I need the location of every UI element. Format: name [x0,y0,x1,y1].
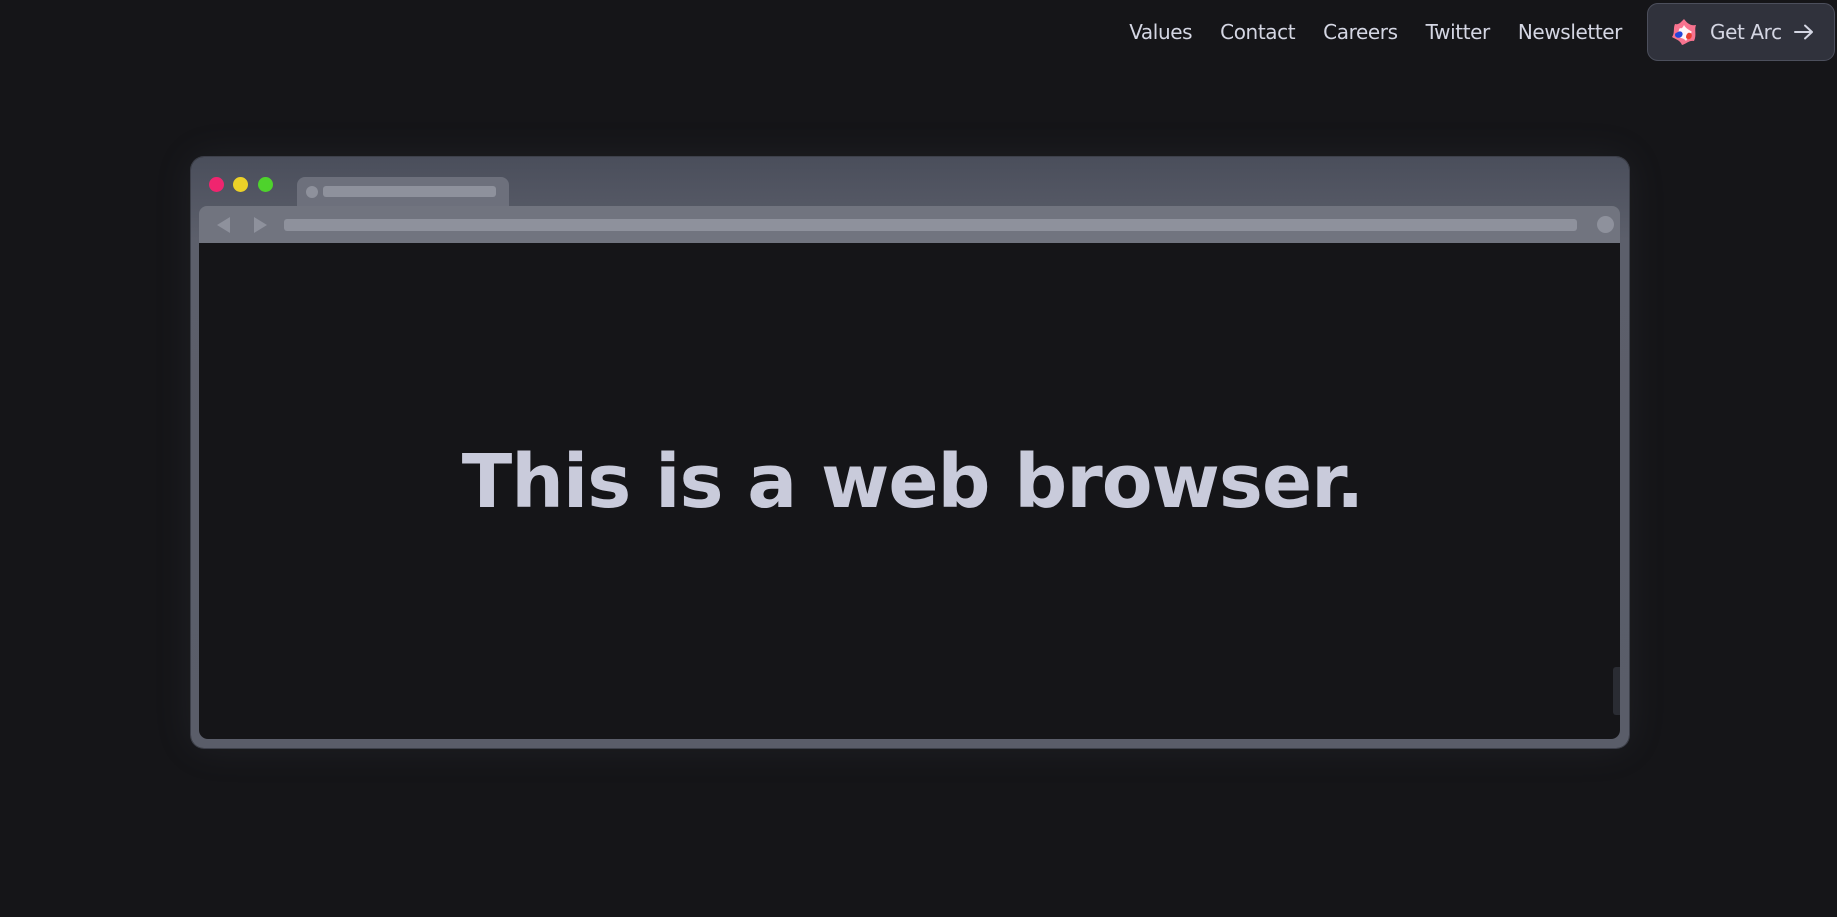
scroll-indicator [1613,667,1620,715]
top-nav: Values Contact Careers Twitter Newslette… [1129,0,1837,64]
tab-title-placeholder [323,186,496,197]
arrow-right-icon [1794,24,1813,40]
arc-logo-icon [1672,19,1696,45]
nav-link-twitter[interactable]: Twitter [1426,20,1491,44]
nav-link-values[interactable]: Values [1129,20,1192,44]
back-arrow-icon [217,217,230,233]
get-arc-label: Get Arc [1710,20,1782,44]
hero-headline: This is a web browser. [461,438,1364,525]
get-arc-button[interactable]: Get Arc [1647,3,1835,61]
browser-toolbar [199,206,1620,243]
close-dot [209,177,224,192]
browser-titlebar [191,157,1629,213]
tab-favicon-placeholder [306,186,318,198]
nav-link-newsletter[interactable]: Newsletter [1518,20,1623,44]
browser-mockup: This is a web browser. [191,157,1629,748]
nav-link-careers[interactable]: Careers [1323,20,1398,44]
minimize-dot [233,177,248,192]
forward-arrow-icon [254,217,267,233]
browser-viewport: This is a web browser. [199,243,1620,739]
nav-link-contact[interactable]: Contact [1220,20,1295,44]
nav-links: Values Contact Careers Twitter Newslette… [1129,20,1622,44]
extension-dot-icon [1597,216,1614,233]
url-bar-placeholder [284,219,1577,231]
maximize-dot [258,177,273,192]
